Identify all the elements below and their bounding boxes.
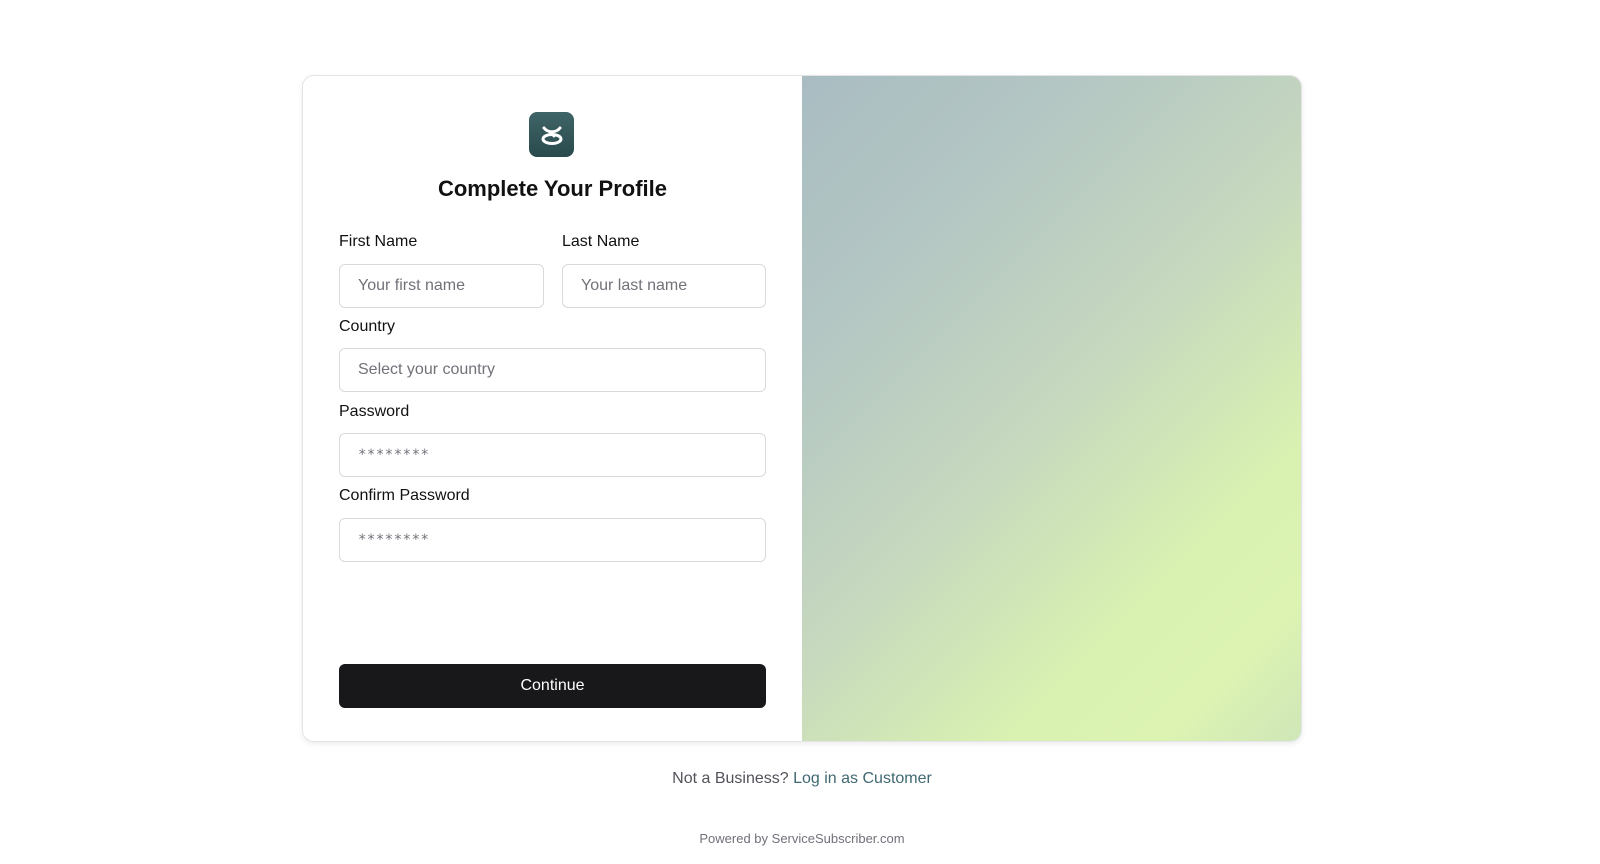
brand-logo-icon <box>541 126 562 145</box>
customer-login-row: Not a Business? Log in as Customer <box>0 770 1600 788</box>
powered-by-text: Powered by ServiceSubscriber.com <box>699 831 905 846</box>
confirm-password-placeholder: ******** <box>358 532 430 548</box>
country-select[interactable]: Select your country <box>339 348 766 392</box>
last-name-placeholder: Your last name <box>581 277 688 294</box>
confirm-password-label: Confirm Password <box>339 487 470 504</box>
country-placeholder: Select your country <box>358 361 495 378</box>
page-title: Complete Your Profile <box>437 176 667 201</box>
first-name-placeholder: Your first name <box>358 277 466 294</box>
brand-logo <box>529 112 574 157</box>
confirm-password-field[interactable]: ******** <box>339 518 766 562</box>
form-panel: Complete Your Profile First Name Your fi… <box>303 76 802 741</box>
password-placeholder: ******** <box>358 447 430 463</box>
customer-login-link[interactable]: Log in as Customer <box>793 770 932 787</box>
decorative-gradient-panel <box>802 76 1301 741</box>
profile-card: Complete Your Profile First Name Your fi… <box>302 75 1302 742</box>
password-field[interactable]: ******** <box>339 433 766 477</box>
not-business-text: Not a Business? <box>672 770 789 787</box>
last-name-field[interactable]: Your last name <box>562 264 766 308</box>
continue-button[interactable]: Continue <box>339 664 766 708</box>
first-name-field[interactable]: Your first name <box>339 264 544 308</box>
last-name-label: Last Name <box>562 233 640 250</box>
country-label: Country <box>339 318 396 335</box>
first-name-label: First Name <box>339 233 418 250</box>
password-label: Password <box>339 403 410 420</box>
